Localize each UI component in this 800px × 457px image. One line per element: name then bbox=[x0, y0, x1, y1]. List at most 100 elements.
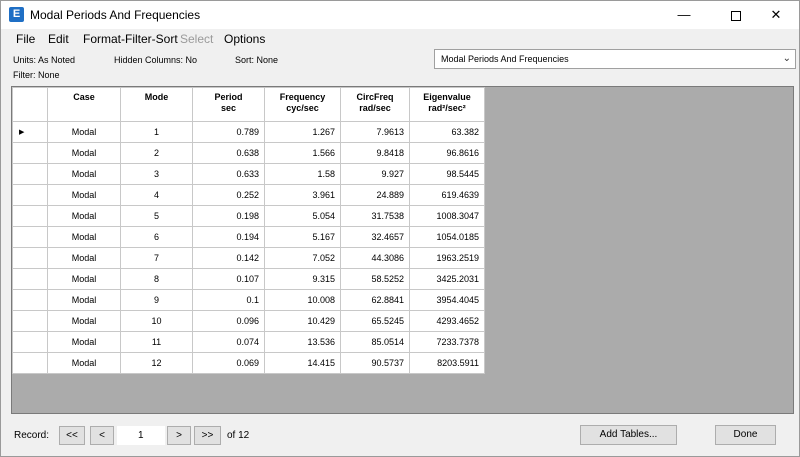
cell-mode[interactable]: 5 bbox=[120, 205, 193, 227]
menu-file[interactable]: File bbox=[16, 32, 35, 46]
cell-mode[interactable]: 11 bbox=[120, 331, 193, 353]
cell-circfreq[interactable]: 9.8418 bbox=[340, 142, 410, 164]
cell-circfreq[interactable]: 7.9613 bbox=[340, 121, 410, 143]
row-selector[interactable] bbox=[12, 268, 48, 290]
cell-period[interactable]: 0.789 bbox=[192, 121, 265, 143]
cell-eigenvalue[interactable]: 63.382 bbox=[409, 121, 485, 143]
cell-circfreq[interactable]: 32.4657 bbox=[340, 226, 410, 248]
row-selector[interactable] bbox=[12, 205, 48, 227]
cell-mode[interactable]: 4 bbox=[120, 184, 193, 206]
cell-eigenvalue[interactable]: 1008.3047 bbox=[409, 205, 485, 227]
cell-period[interactable]: 0.194 bbox=[192, 226, 265, 248]
cell-frequency[interactable]: 3.961 bbox=[264, 184, 341, 206]
minimize-button[interactable]: — bbox=[661, 1, 707, 29]
cell-case[interactable]: Modal bbox=[47, 352, 121, 374]
cell-case[interactable]: Modal bbox=[47, 289, 121, 311]
close-button[interactable]: ✕ bbox=[753, 1, 799, 29]
cell-frequency[interactable]: 10.008 bbox=[264, 289, 341, 311]
cell-mode[interactable]: 10 bbox=[120, 310, 193, 332]
menu-edit[interactable]: Edit bbox=[48, 32, 69, 46]
cell-period[interactable]: 0.096 bbox=[192, 310, 265, 332]
row-selector[interactable] bbox=[12, 352, 48, 374]
menu-format-filter-sort[interactable]: Format-Filter-Sort bbox=[83, 32, 178, 46]
previous-record-button[interactable]: < bbox=[90, 426, 114, 445]
cell-period[interactable]: 0.107 bbox=[192, 268, 265, 290]
last-record-button[interactable]: >> bbox=[194, 426, 221, 445]
table-row[interactable]: Modal 7 0.142 7.052 44.3086 1963.2519 bbox=[12, 247, 485, 269]
header-eigenvalue[interactable]: Eigenvalue rad²/sec² bbox=[409, 87, 485, 122]
cell-frequency[interactable]: 1.566 bbox=[264, 142, 341, 164]
table-row[interactable]: Modal 2 0.638 1.566 9.8418 96.8616 bbox=[12, 142, 485, 164]
table-row[interactable]: Modal 5 0.198 5.054 31.7538 1008.3047 bbox=[12, 205, 485, 227]
cell-mode[interactable]: 9 bbox=[120, 289, 193, 311]
cell-frequency[interactable]: 9.315 bbox=[264, 268, 341, 290]
cell-eigenvalue[interactable]: 98.5445 bbox=[409, 163, 485, 185]
cell-frequency[interactable]: 10.429 bbox=[264, 310, 341, 332]
cell-period[interactable]: 0.069 bbox=[192, 352, 265, 374]
table-row[interactable]: Modal 10 0.096 10.429 65.5245 4293.4652 bbox=[12, 310, 485, 332]
title-bar[interactable]: E Modal Periods And Frequencies — ✕ bbox=[1, 1, 799, 29]
cell-case[interactable]: Modal bbox=[47, 268, 121, 290]
cell-case[interactable]: Modal bbox=[47, 163, 121, 185]
row-selector[interactable] bbox=[12, 163, 48, 185]
cell-frequency[interactable]: 7.052 bbox=[264, 247, 341, 269]
done-button[interactable]: Done bbox=[715, 425, 776, 445]
menu-select[interactable]: Select bbox=[180, 32, 213, 46]
table-select-dropdown[interactable]: Modal Periods And Frequencies ⌄ bbox=[434, 49, 796, 69]
cell-frequency[interactable]: 13.536 bbox=[264, 331, 341, 353]
cell-circfreq[interactable]: 31.7538 bbox=[340, 205, 410, 227]
header-circfreq[interactable]: CircFreq rad/sec bbox=[340, 87, 410, 122]
cell-eigenvalue[interactable]: 3425.2031 bbox=[409, 268, 485, 290]
cell-frequency[interactable]: 14.415 bbox=[264, 352, 341, 374]
cell-case[interactable]: Modal bbox=[47, 331, 121, 353]
cell-case[interactable]: Modal bbox=[47, 205, 121, 227]
cell-case[interactable]: Modal bbox=[47, 142, 121, 164]
cell-mode[interactable]: 7 bbox=[120, 247, 193, 269]
table-row[interactable]: Modal 12 0.069 14.415 90.5737 8203.5911 bbox=[12, 352, 485, 374]
row-selector[interactable] bbox=[12, 226, 48, 248]
cell-case[interactable]: Modal bbox=[47, 184, 121, 206]
cell-case[interactable]: Modal bbox=[47, 226, 121, 248]
cell-eigenvalue[interactable]: 4293.4652 bbox=[409, 310, 485, 332]
cell-period[interactable]: 0.142 bbox=[192, 247, 265, 269]
cell-frequency[interactable]: 5.054 bbox=[264, 205, 341, 227]
menu-options[interactable]: Options bbox=[224, 32, 265, 46]
row-selector[interactable] bbox=[12, 331, 48, 353]
cell-period[interactable]: 0.1 bbox=[192, 289, 265, 311]
first-record-button[interactable]: << bbox=[59, 426, 85, 445]
table-row[interactable]: Modal 6 0.194 5.167 32.4657 1054.0185 bbox=[12, 226, 485, 248]
table-row[interactable]: Modal 3 0.633 1.58 9.927 98.5445 bbox=[12, 163, 485, 185]
row-selector[interactable] bbox=[12, 310, 48, 332]
row-selector[interactable] bbox=[12, 142, 48, 164]
cell-circfreq[interactable]: 24.889 bbox=[340, 184, 410, 206]
header-case[interactable]: Case bbox=[47, 87, 121, 122]
cell-circfreq[interactable]: 9.927 bbox=[340, 163, 410, 185]
header-period[interactable]: Period sec bbox=[192, 87, 265, 122]
cell-eigenvalue[interactable]: 96.8616 bbox=[409, 142, 485, 164]
cell-case[interactable]: Modal bbox=[47, 247, 121, 269]
cell-eigenvalue[interactable]: 619.4639 bbox=[409, 184, 485, 206]
next-record-button[interactable]: > bbox=[167, 426, 191, 445]
add-tables-button[interactable]: Add Tables... bbox=[580, 425, 677, 445]
cell-period[interactable]: 0.633 bbox=[192, 163, 265, 185]
record-number-input[interactable]: 1 bbox=[117, 426, 165, 445]
row-selector[interactable] bbox=[12, 289, 48, 311]
cell-case[interactable]: Modal bbox=[47, 310, 121, 332]
cell-eigenvalue[interactable]: 1054.0185 bbox=[409, 226, 485, 248]
cell-case[interactable]: Modal bbox=[47, 121, 121, 143]
cell-circfreq[interactable]: 65.5245 bbox=[340, 310, 410, 332]
cell-frequency[interactable]: 1.267 bbox=[264, 121, 341, 143]
cell-circfreq[interactable]: 90.5737 bbox=[340, 352, 410, 374]
cell-circfreq[interactable]: 58.5252 bbox=[340, 268, 410, 290]
table-row[interactable]: Modal 11 0.074 13.536 85.0514 7233.7378 bbox=[12, 331, 485, 353]
cell-circfreq[interactable]: 85.0514 bbox=[340, 331, 410, 353]
row-selector[interactable] bbox=[12, 247, 48, 269]
table-row[interactable]: Modal 4 0.252 3.961 24.889 619.4639 bbox=[12, 184, 485, 206]
cell-frequency[interactable]: 1.58 bbox=[264, 163, 341, 185]
header-frequency[interactable]: Frequency cyc/sec bbox=[264, 87, 341, 122]
cell-eigenvalue[interactable]: 1963.2519 bbox=[409, 247, 485, 269]
table-row[interactable]: ▶ Modal 1 0.789 1.267 7.9613 63.382 bbox=[12, 121, 485, 143]
cell-period[interactable]: 0.074 bbox=[192, 331, 265, 353]
row-selector[interactable] bbox=[12, 184, 48, 206]
row-selector[interactable]: ▶ bbox=[12, 121, 48, 143]
